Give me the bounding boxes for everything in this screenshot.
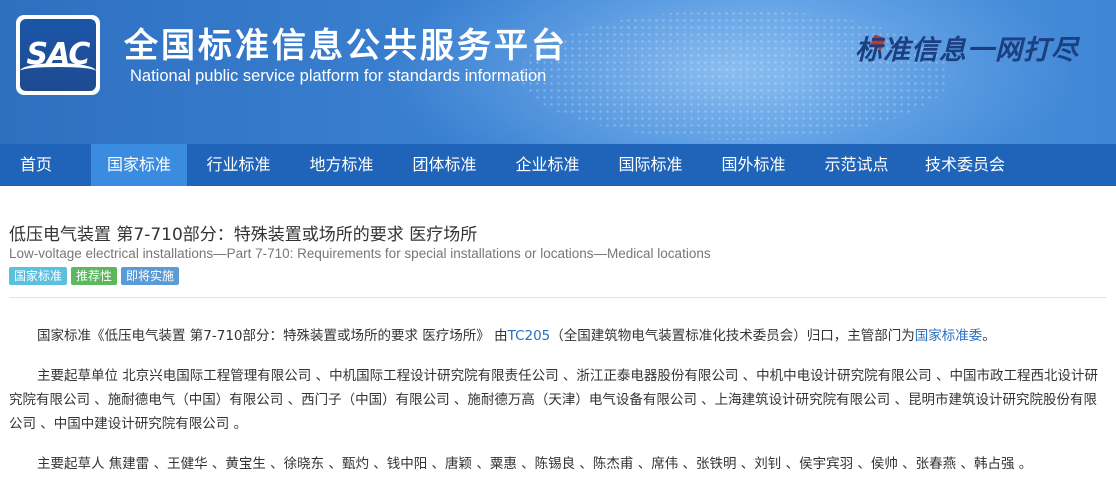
tag-upcoming: 即将实施: [121, 267, 180, 285]
main-navigation: 首页 国家标准 行业标准 地方标准 团体标准 企业标准 国际标准 国外标准 示范…: [0, 144, 1116, 186]
nav-group-standards[interactable]: 团体标准: [393, 144, 496, 186]
slogan: 标准信息一网打尽: [855, 35, 1079, 66]
nav-foreign-standards[interactable]: 国外标准: [702, 144, 805, 186]
logo-text: SAC: [26, 37, 91, 72]
nav-home[interactable]: 首页: [0, 144, 72, 186]
standard-title: 低压电气装置 第7-710部分：特殊装置或场所的要求 医疗场所: [9, 225, 478, 245]
drafters: 主要起草人 焦建雷 、王健华 、黄宝生 、徐晓东 、甄灼 、钱中阳 、唐颖 、粟…: [37, 456, 1033, 472]
tc-link[interactable]: TC205: [508, 328, 551, 344]
standard-intro: 国家标准《低压电气装置 第7-710部分：特殊装置或场所的要求 医疗场所》 由T…: [9, 324, 1109, 348]
site-title: 全国标准信息公共服务平台: [124, 26, 568, 66]
nav-national-standards[interactable]: 国家标准: [91, 144, 187, 186]
standard-title-english: Low-voltage electrical installations—Par…: [9, 246, 711, 261]
standard-tags: 国家标准 推荐性 即将实施: [9, 267, 180, 285]
intro-prefix: 国家标准《低压电气装置 第7-710部分：特殊装置或场所的要求 医疗场所》 由: [37, 328, 508, 344]
nav-international-standards[interactable]: 国际标准: [599, 144, 702, 186]
tag-recommended: 推荐性: [71, 267, 118, 285]
sac-logo[interactable]: SAC: [16, 15, 100, 95]
nav-enterprise-standards[interactable]: 企业标准: [496, 144, 599, 186]
nav-industry-standards[interactable]: 行业标准: [187, 144, 290, 186]
department-link[interactable]: 国家标准委: [915, 328, 983, 344]
intro-suffix: 。: [982, 328, 996, 344]
drafting-units: 主要起草单位 北京兴电国际工程管理有限公司 、中机国际工程设计研究院有限责任公司…: [9, 368, 1098, 432]
nav-local-standards[interactable]: 地方标准: [290, 144, 393, 186]
header-banner: SAC 全国标准信息公共服务平台 National public service…: [0, 0, 1116, 144]
content-divider: [9, 297, 1107, 298]
nav-technical-committees[interactable]: 技术委员会: [908, 144, 1022, 186]
tag-national-standard: 国家标准: [9, 267, 68, 285]
site-subtitle: National public service platform for sta…: [130, 67, 547, 85]
nav-pilot-demonstration[interactable]: 示范试点: [805, 144, 908, 186]
intro-middle: （全国建筑物电气装置标准化技术委员会）归口，主管部门为: [550, 328, 915, 344]
